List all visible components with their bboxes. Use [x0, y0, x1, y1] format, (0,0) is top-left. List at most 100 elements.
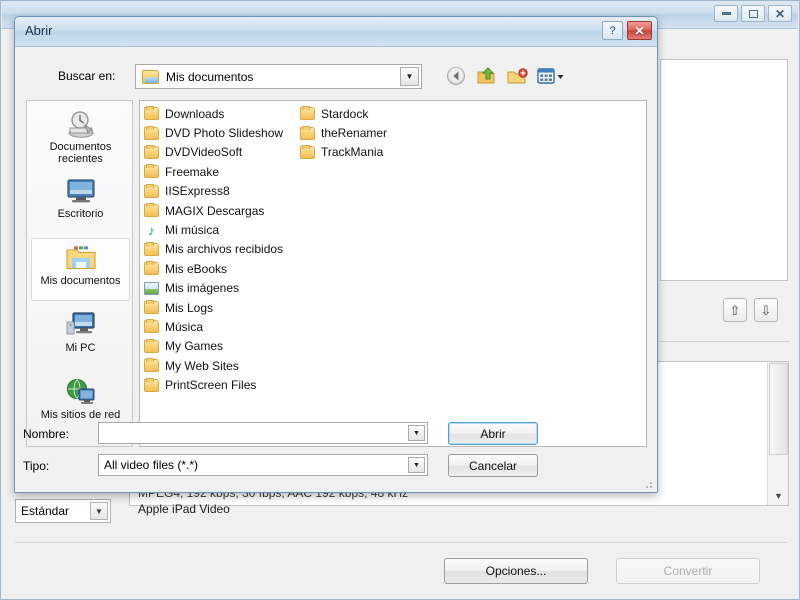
music-folder-icon: ♪ [148, 222, 155, 238]
places-bar: Documentos recientes Escritorio Mis docu… [26, 100, 133, 447]
recent-documents-icon [65, 109, 97, 139]
file-list-item-label: Mis eBooks [165, 261, 228, 276]
file-list-item-label: TrackMania [321, 145, 384, 160]
look-in-combobox[interactable]: Mis documentos ▼ [135, 64, 422, 89]
arrow-up-icon: ⇧ [729, 302, 741, 318]
open-button-label: Abrir [480, 426, 506, 441]
file-list-item-label: MAGIX Descargas [165, 203, 265, 218]
chevron-down-icon[interactable]: ▼ [408, 457, 425, 473]
file-list-item[interactable]: MAGIX Descargas [144, 201, 304, 220]
file-list-item[interactable]: theRenamer [300, 123, 460, 142]
scrollbar-thumb[interactable] [769, 363, 788, 455]
file-list-item[interactable]: Freemake [144, 162, 304, 181]
panel-divider [660, 341, 790, 342]
file-list-item[interactable]: Mis eBooks [144, 259, 304, 278]
minimize-icon [721, 12, 731, 15]
my-computer-icon [65, 310, 97, 340]
move-up-button[interactable]: ⇧ [723, 298, 747, 322]
new-folder-icon[interactable] [506, 66, 528, 87]
folder-icon [144, 125, 159, 140]
open-button[interactable]: Abrir [448, 422, 538, 445]
question-mark-icon: ? [609, 24, 616, 37]
help-button[interactable]: ? [602, 21, 623, 40]
file-list[interactable]: Downloads DVD Photo Slideshow DVDVideoSoft… [139, 100, 647, 447]
network-places-icon [65, 377, 97, 407]
back-icon[interactable] [446, 66, 468, 87]
file-list-item-label: My Web Sites [165, 358, 239, 373]
file-name-label: Nombre: [23, 427, 70, 441]
folder-icon [144, 203, 159, 218]
file-list-item-label: Mi música [165, 223, 220, 238]
file-type-value: All video files (*.*) [104, 458, 199, 472]
scroll-down-icon[interactable]: ▼ [769, 487, 788, 504]
sidebar-item-recent-documents[interactable]: Documentos recientes [31, 104, 130, 167]
options-button[interactable]: Opciones... [444, 558, 588, 584]
chevron-down-icon[interactable]: ▼ [90, 502, 108, 520]
file-list-item-label: DVDVideoSoft [165, 145, 243, 160]
folder-icon [144, 164, 159, 179]
format-list-row-selected: Apple iPad Video [138, 502, 230, 516]
close-icon: ✕ [774, 6, 786, 21]
folder-icon [144, 106, 159, 121]
file-list-item[interactable]: My Web Sites [144, 356, 304, 375]
file-list-item[interactable]: Mis Logs [144, 298, 304, 317]
desktop-icon [65, 176, 97, 206]
file-list-item[interactable]: Mis archivos recibidos [144, 240, 304, 259]
file-list-item[interactable]: PrintScreen Files [144, 375, 304, 394]
footer-buttons: Opciones... Convertir [444, 558, 760, 584]
file-name-combobox[interactable]: ▼ [98, 422, 428, 444]
chevron-down-icon[interactable]: ▼ [408, 425, 425, 441]
folder-icon [142, 69, 159, 84]
screen: ✕ ⇧ ⇩ MPEG4, 192 kbps, 30 fbps, AAC 192 … [0, 0, 800, 600]
file-list-item-label: IISExpress8 [165, 184, 230, 199]
file-list-item[interactable]: IISExpress8 [144, 182, 304, 201]
dialog-title-buttons: ? ✕ [602, 21, 652, 40]
chevron-down-icon[interactable]: ▼ [400, 67, 419, 86]
reorder-buttons: ⇧ ⇩ [723, 298, 778, 322]
file-list-item[interactable]: My Games [144, 337, 304, 356]
sidebar-item-my-documents[interactable]: Mis documentos [31, 238, 130, 301]
file-list-item[interactable]: DVDVideoSoft [144, 143, 304, 162]
file-list-item[interactable]: DVD Photo Slideshow [144, 123, 304, 142]
file-list-item[interactable]: TrackMania [300, 143, 460, 162]
arrow-down-icon: ⇩ [760, 302, 772, 318]
dialog-titlebar: Abrir ? ✕ [15, 17, 657, 47]
look-in-value: Mis documentos [166, 69, 254, 84]
resize-grip[interactable] [643, 479, 653, 489]
options-button-label: Opciones... [485, 564, 547, 578]
close-button[interactable]: ✕ [768, 5, 792, 22]
format-list-scrollbar[interactable]: ▼ [767, 362, 788, 505]
folder-icon [144, 377, 159, 392]
folder-icon [300, 106, 315, 121]
sidebar-item-my-computer[interactable]: Mi PC [31, 305, 130, 368]
file-list-column-1: Downloads DVD Photo Slideshow DVDVideoSoft… [144, 104, 304, 395]
file-list-item[interactable]: Música [144, 317, 304, 336]
minimize-button[interactable] [714, 5, 738, 22]
look-in-label: Buscar en: [58, 69, 116, 83]
file-list-item[interactable]: ♪ Mi música [144, 220, 304, 239]
sidebar-item-label: Mis documentos [40, 275, 121, 287]
move-down-button[interactable]: ⇩ [754, 298, 778, 322]
file-list-item[interactable]: Downloads [144, 104, 304, 123]
file-type-combobox[interactable]: All video files (*.*) ▼ [98, 454, 428, 476]
cancel-button[interactable]: Cancelar [448, 454, 538, 477]
cancel-button-label: Cancelar [468, 458, 518, 473]
file-list-item[interactable]: Mis imágenes [144, 279, 304, 298]
file-list-item-label: theRenamer [321, 126, 388, 141]
close-icon: ✕ [634, 23, 645, 38]
views-icon[interactable] [536, 66, 566, 87]
file-list-item[interactable]: Stardock [300, 104, 460, 123]
dialog-close-button[interactable]: ✕ [627, 21, 652, 40]
up-one-level-icon[interactable] [476, 66, 498, 87]
footer-divider [15, 542, 787, 543]
file-list-item-label: Freemake [165, 164, 220, 179]
file-list-item-label: Mis Logs [165, 300, 214, 315]
preset-value: Estándar [21, 504, 70, 518]
sidebar-item-desktop[interactable]: Escritorio [31, 171, 130, 234]
preset-combobox[interactable]: Estándar ▼ [15, 499, 111, 523]
folder-icon [144, 183, 159, 198]
maximize-button[interactable] [741, 5, 765, 22]
convert-button: Convertir [616, 558, 760, 584]
background-window-controls: ✕ [714, 5, 792, 22]
folder-icon [144, 338, 159, 353]
